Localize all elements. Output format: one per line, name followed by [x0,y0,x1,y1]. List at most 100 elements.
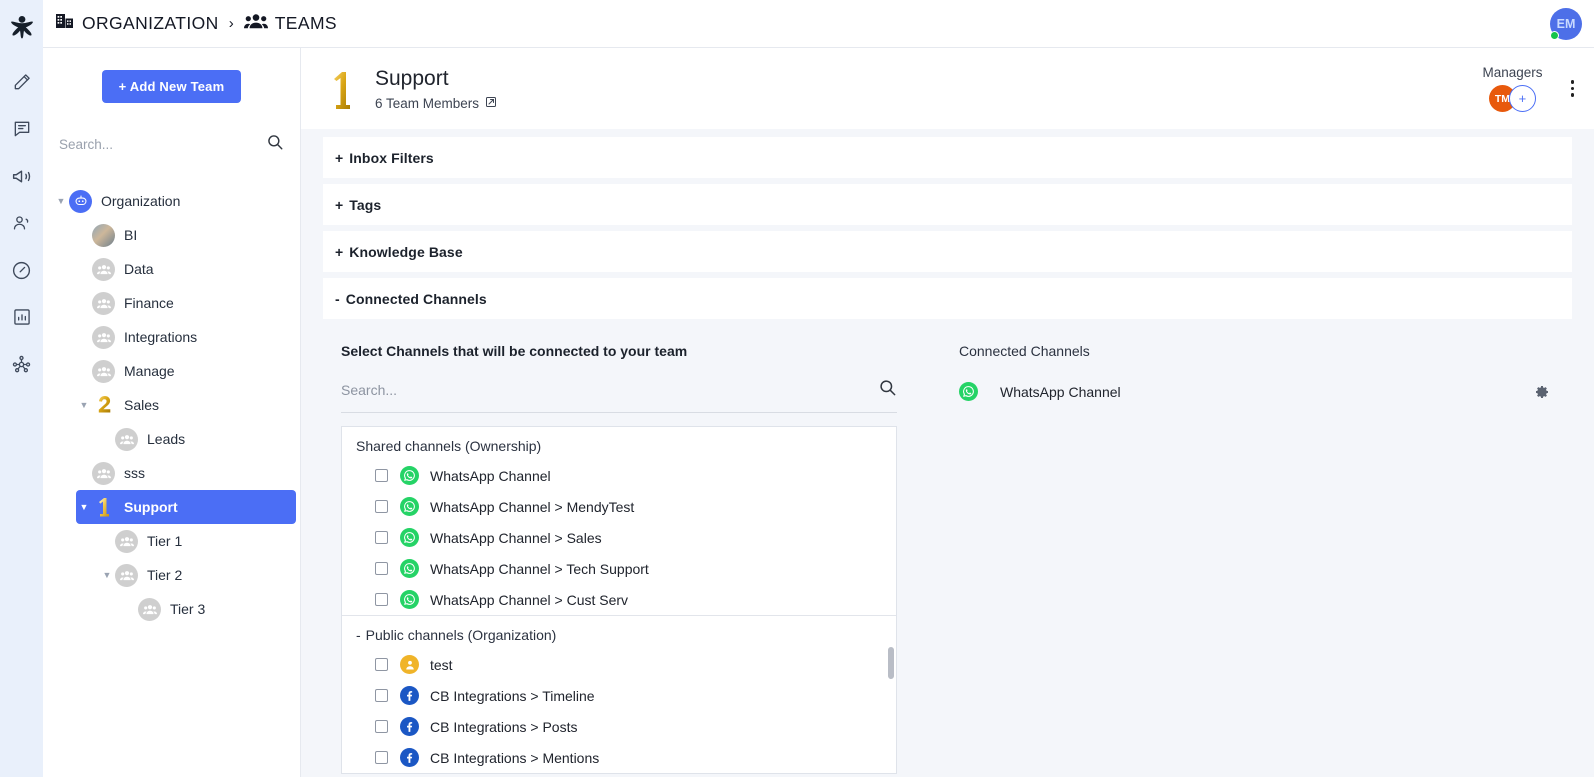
channel-list-item[interactable]: WhatsApp Channel > Cust Serv [342,584,896,615]
team-avatar-icon [115,529,138,553]
channel-list[interactable]: Shared channels (Ownership) WhatsApp Chan… [341,426,897,774]
channel-list-item[interactable]: CB Integrations > Mentions [342,742,896,773]
channel-checkbox[interactable] [375,469,388,482]
search-icon[interactable] [878,378,897,402]
chevron-down-icon[interactable]: ▼ [99,570,115,580]
team-title-block: Support 6 Team Members [375,66,497,111]
channel-item-label: WhatsApp Channel > Tech Support [430,560,649,577]
channel-checkbox[interactable] [375,720,388,733]
team-members-line[interactable]: 6 Team Members [375,96,497,111]
reports-bar-chart-icon[interactable] [0,299,43,335]
channel-checkbox[interactable] [375,531,388,544]
team-avatar-icon [92,359,115,383]
channel-list-item[interactable]: WhatsApp Channel > MendyTest [342,491,896,522]
team-avatar-icon [92,461,115,485]
channel-list-item[interactable]: CB Integrations > Timeline [342,680,896,711]
tree-item-label: Tier 3 [170,601,206,617]
team-avatar-icon [92,325,115,349]
sidebar-search-input[interactable] [59,137,266,152]
performance-gauge-icon[interactable] [0,252,43,288]
tree-item-label: BI [124,227,138,243]
external-link-icon[interactable] [485,96,497,111]
tree-item-tier-2[interactable]: ▼ Tier 2 [99,558,296,592]
teams-tree: ▼Organization▼BI▼Data▼Finance▼Integratio… [43,184,300,626]
sidebar-search[interactable] [59,133,284,160]
breadcrumb-organization[interactable]: ORGANIZATION [82,13,219,34]
channel-list-item[interactable]: WhatsApp Channel > Sales [342,522,896,553]
tree-item-organization[interactable]: ▼ Organization [53,184,296,218]
left-nav-rail [0,0,43,777]
channel-item-label: CB Integrations > Timeline [430,687,595,704]
chevron-down-icon[interactable]: ▼ [76,502,92,512]
body-split: + Add New Team ▼Organization▼BI▼Data▼Fin… [43,48,1594,777]
channel-group-header[interactable]: - Public channels (Organization) [342,615,896,649]
channel-checkbox[interactable] [375,658,388,671]
channel-checkbox[interactable] [375,689,388,702]
person-icon [400,655,419,674]
tree-item-label: Support [124,499,178,515]
tree-item-sss[interactable]: ▼sss [76,456,296,490]
tree-item-integrations[interactable]: ▼Integrations [76,320,296,354]
team-header: Support 6 Team Members Managers TM + [301,48,1594,129]
channel-item-label: CB Integrations > Mentions [430,749,600,766]
user-avatar[interactable]: EM [1550,8,1582,40]
search-icon[interactable] [266,133,284,156]
channel-picker-title: Select Channels that will be connected t… [341,343,688,359]
tree-item-tier-1[interactable]: ▼Tier 1 [99,524,296,558]
accordion-tags[interactable]: + Tags [323,184,1572,225]
tree-item-support[interactable]: ▼ Support [76,490,296,524]
bot-avatar-icon [69,189,92,213]
tree-item-label: Tier 1 [147,533,183,549]
chevron-down-icon[interactable]: ▼ [53,196,69,206]
breadcrumb: ORGANIZATION › TEAMS [55,12,337,35]
gear-icon[interactable] [1534,384,1550,400]
whatsapp-icon [400,559,419,578]
add-new-team-button[interactable]: + Add New Team [101,70,242,103]
channel-list-item[interactable]: WhatsApp Channel [342,460,896,491]
brand-logo-icon[interactable] [0,8,43,48]
facebook-icon [400,686,419,705]
team-avatar-icon [138,597,161,621]
page-title: Support [375,67,449,91]
channel-list-item[interactable]: test [342,649,896,680]
compose-pencil-icon[interactable] [0,64,43,100]
team-avatar-icon [115,427,138,451]
channel-checkbox[interactable] [375,751,388,764]
channel-list-inner: Shared channels (Ownership) WhatsApp Chan… [342,427,896,773]
tree-item-leads[interactable]: ▼Leads [99,422,296,456]
channel-search[interactable] [341,378,897,413]
conversations-icon[interactable] [0,111,43,147]
accordion-connected-channels[interactable]: - Connected Channels [323,278,1572,319]
chevron-down-icon[interactable]: ▼ [76,400,92,410]
channel-search-input[interactable] [341,382,878,398]
integrations-network-icon[interactable] [0,346,43,382]
breadcrumb-teams[interactable]: TEAMS [275,13,337,34]
channel-checkbox[interactable] [375,562,388,575]
team-photo-avatar [92,223,115,247]
channel-group-header[interactable]: Shared channels (Ownership) [342,427,896,460]
contacts-icon[interactable] [0,205,43,241]
accordion-inbox-filters[interactable]: + Inbox Filters [323,137,1572,178]
main-column: ORGANIZATION › TEAMS EM + Add New Team S… [43,0,1594,777]
connected-channel-row[interactable]: WhatsApp Channel [959,382,1550,401]
user-avatar-initials: EM [1556,17,1576,31]
tree-item-bi[interactable]: ▼BI [76,218,296,252]
channel-item-label: test [430,656,453,673]
whatsapp-icon [959,382,978,401]
channel-list-item[interactable]: WhatsApp Channel > Tech Support [342,553,896,584]
managers-block: Managers TM + [1482,65,1543,112]
add-manager-button[interactable]: + [1508,85,1536,112]
campaigns-megaphone-icon[interactable] [0,158,43,194]
tree-item-manage[interactable]: ▼Manage [76,354,296,388]
tree-item-finance[interactable]: ▼Finance [76,286,296,320]
channel-list-scrollbar[interactable] [888,647,894,679]
tree-item-label: Manage [124,363,175,379]
kebab-menu-icon[interactable] [1570,80,1574,97]
tree-item-data[interactable]: ▼Data [76,252,296,286]
tree-item-tier-3[interactable]: ▼Tier 3 [122,592,296,626]
channel-list-item[interactable]: CB Integrations > Posts [342,711,896,742]
channel-checkbox[interactable] [375,593,388,606]
accordion-knowledge-base[interactable]: + Knowledge Base [323,231,1572,272]
tree-item-sales[interactable]: ▼ Sales [76,388,296,422]
channel-checkbox[interactable] [375,500,388,513]
